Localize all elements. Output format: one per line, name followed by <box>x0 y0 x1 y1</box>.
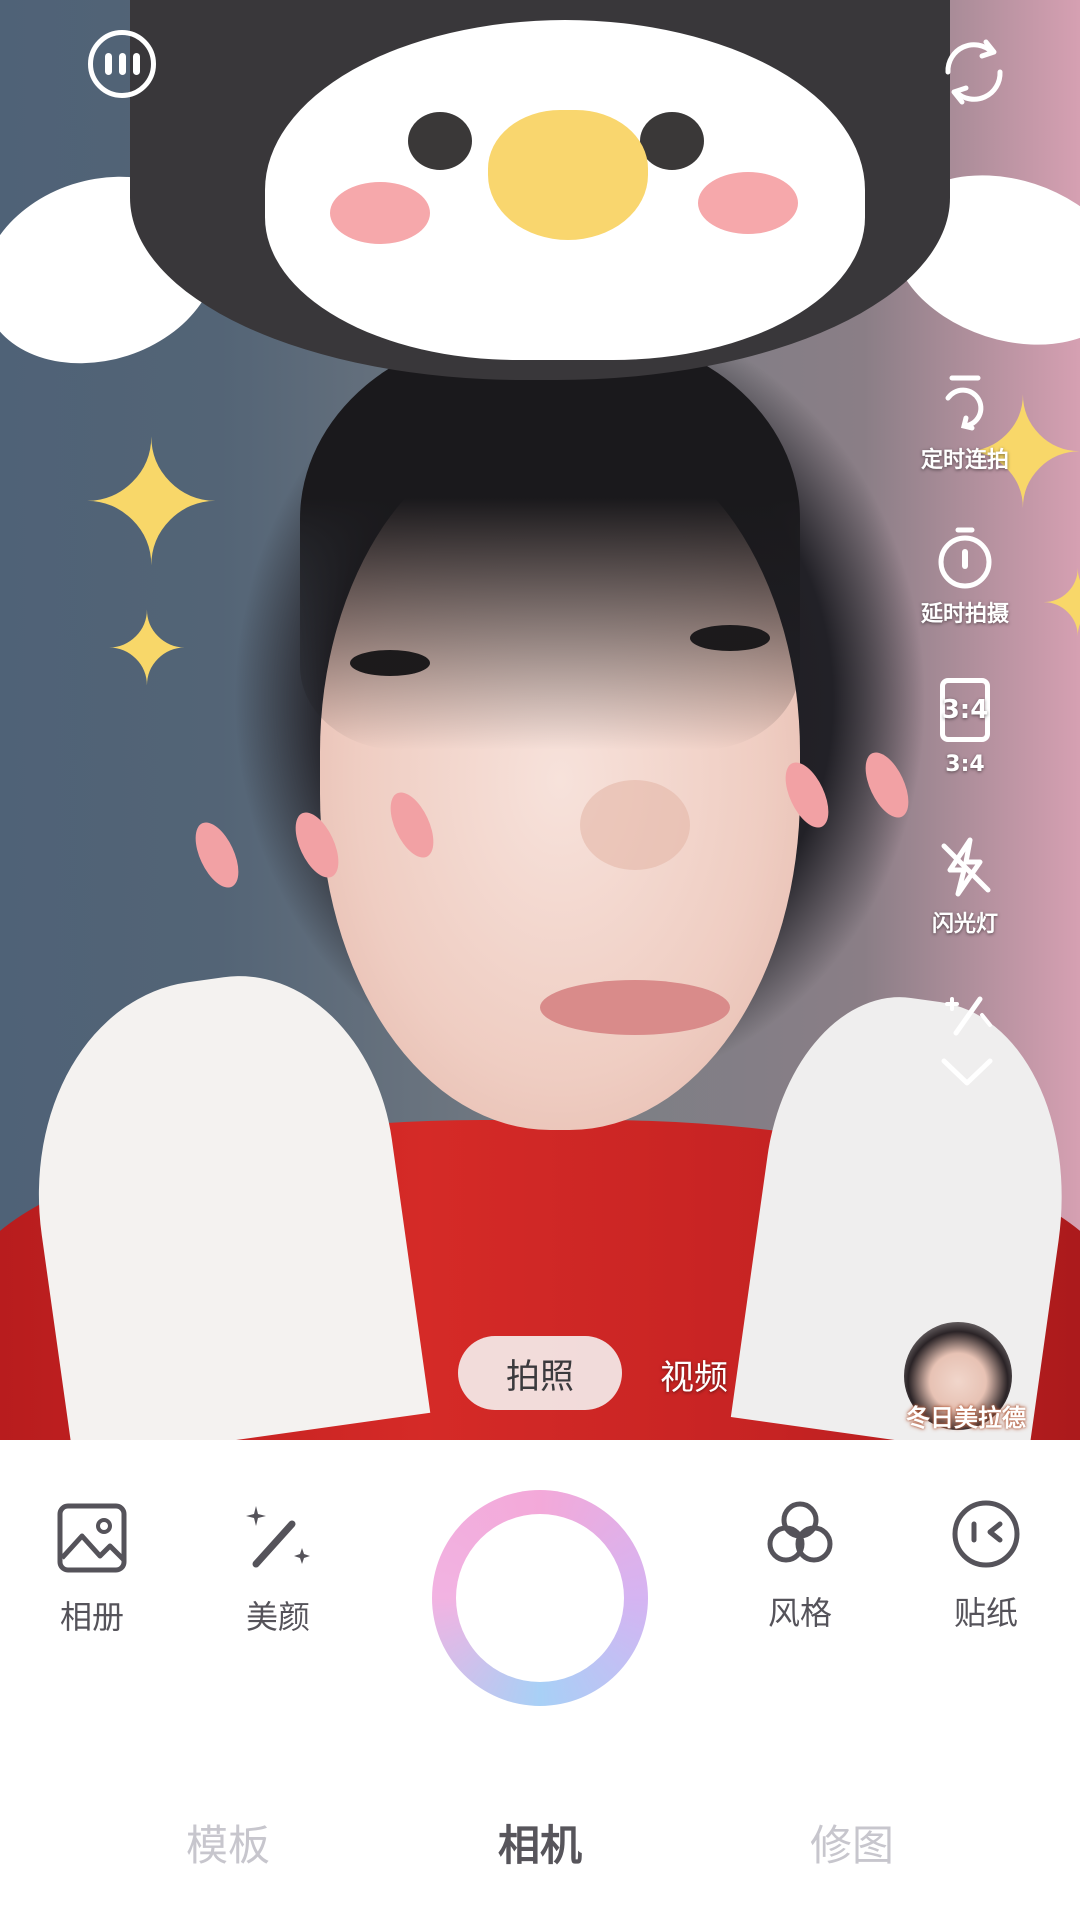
mode-video-label: 视频 <box>660 1358 728 1398</box>
style-button[interactable]: 风格 <box>740 1496 860 1634</box>
mode-photo-label: 拍照 <box>506 1356 574 1397</box>
sticker-face-icon <box>952 1500 1020 1568</box>
timed-burst-label: 定时连拍 <box>920 448 1009 473</box>
delay-shot-label: 延时拍摄 <box>920 602 1009 627</box>
style-label: 风格 <box>767 1594 832 1632</box>
subject-mouth <box>540 980 730 1035</box>
penguin-beak <box>488 110 648 240</box>
flash-off-icon <box>941 837 991 897</box>
more-menu-button[interactable] <box>88 30 156 98</box>
sticker-button[interactable]: 贴纸 <box>926 1496 1046 1634</box>
aspect-ratio-badge: 3:4 <box>941 695 989 725</box>
mode-photo-tab[interactable]: 拍照 <box>458 1336 622 1410</box>
sticker-blush <box>186 816 248 894</box>
filter-name-label: 冬日美拉德 <box>906 1404 1026 1432</box>
sticker-star-icon: ✦ <box>80 406 223 604</box>
beauty-label: 美颜 <box>245 1598 310 1636</box>
nav-tab-edit-photo[interactable]: 修图 <box>810 1812 894 1873</box>
mode-video-tab[interactable]: 视频 <box>660 1350 728 1399</box>
stopwatch-icon <box>938 527 992 589</box>
subject-hair <box>300 330 800 750</box>
timed-burst-button[interactable]: 定时连拍 <box>910 368 1020 474</box>
aspect-ratio-button[interactable]: 3:4 3:4 <box>910 678 1020 777</box>
penguin-cheek-left <box>330 182 430 244</box>
aspect-ratio-label: 3:4 <box>945 752 985 777</box>
chevron-down-icon[interactable] <box>940 1055 994 1089</box>
delay-shot-button[interactable]: 延时拍摄 <box>910 522 1020 628</box>
subject-hood-left <box>9 957 431 1440</box>
style-circles-icon <box>767 1501 833 1563</box>
sticker-label: 贴纸 <box>953 1594 1018 1632</box>
flip-camera-button[interactable] <box>932 30 1016 114</box>
flash-button[interactable]: 闪光灯 <box>910 832 1020 938</box>
album-label: 相册 <box>59 1598 124 1636</box>
sticker-star-icon: ✦ <box>1040 552 1080 657</box>
shutter-button[interactable] <box>432 1490 648 1706</box>
magic-wand-icon[interactable] <box>938 985 998 1045</box>
subject-nose <box>580 780 690 870</box>
nav-tab-template[interactable]: 模板 <box>186 1812 270 1873</box>
flip-camera-icon <box>945 39 1003 105</box>
shutter-inner <box>456 1514 624 1682</box>
magic-wand-sparkle-icon <box>246 1506 310 1568</box>
album-image-icon <box>57 1503 127 1573</box>
sticker-star-icon: ✦ <box>105 591 189 708</box>
menu-dot <box>118 53 126 75</box>
flash-label: 闪光灯 <box>931 912 998 937</box>
menu-dot <box>104 53 112 75</box>
timer-burst-icon <box>945 375 984 431</box>
penguin-eye-left <box>408 112 472 170</box>
aspect-ratio-icon: 3:4 <box>930 678 1000 748</box>
beauty-button[interactable]: 美颜 <box>218 1500 338 1638</box>
penguin-eye-right <box>640 112 704 170</box>
nav-tab-camera[interactable]: 相机 <box>498 1812 582 1873</box>
penguin-cheek-right <box>698 172 798 234</box>
sticker-blush <box>856 746 918 824</box>
camera-preview[interactable]: ✦ ✦ ✦ ✦ 定时连拍 延时拍摄 3:4 3:4 闪光灯 拍照 视频 冬日美拉… <box>0 0 1080 1440</box>
album-button[interactable]: 相册 <box>32 1500 152 1638</box>
menu-dot <box>132 53 140 75</box>
